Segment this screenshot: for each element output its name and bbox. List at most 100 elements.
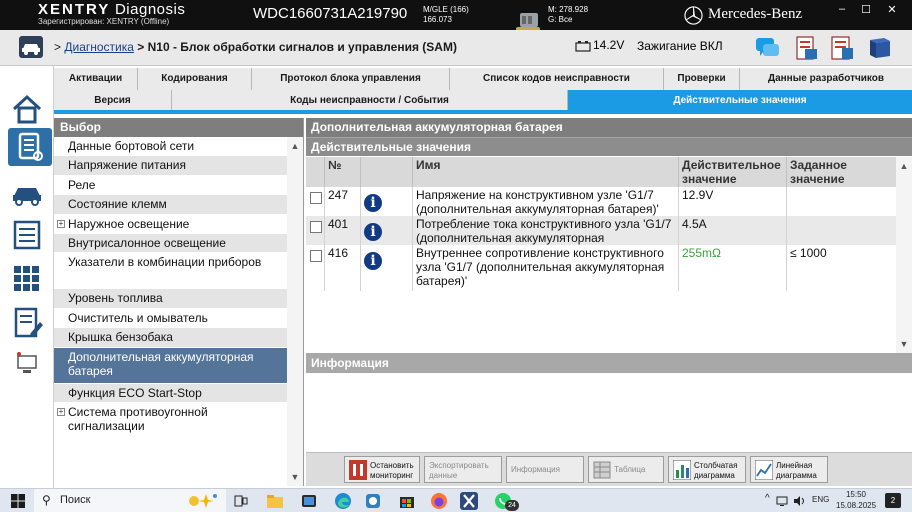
export-data-button[interactable]: Экспортировать данные [424, 456, 502, 483]
tab-version[interactable]: Версия [54, 90, 172, 110]
table-button[interactable]: Таблица [588, 456, 664, 483]
selection-item[interactable]: Дополнительная аккумуляторная батарея [54, 347, 287, 384]
stop-monitoring-label: Остановить мониторинг [370, 461, 414, 480]
network-icon[interactable] [776, 495, 788, 507]
xentry-app-icon[interactable] [460, 492, 478, 510]
selection-item[interactable]: Уровень топлива [54, 289, 287, 309]
tab-activations[interactable]: Активации [54, 68, 138, 90]
selection-item[interactable]: Состояние клемм [54, 195, 287, 215]
edge-browser-icon[interactable] [334, 492, 352, 510]
chat-icon[interactable] [754, 34, 782, 62]
maximize-button[interactable]: ☐ [856, 3, 876, 16]
tab-codings[interactable]: Кодирования [138, 68, 252, 90]
header-actual-value[interactable]: Действительное значение [678, 157, 786, 187]
info-icon[interactable]: i [364, 252, 382, 270]
scroll-down-icon[interactable]: ▼ [287, 470, 303, 484]
information-header: Информация [306, 353, 912, 373]
selection-item[interactable]: Указатели в комбинации приборов [54, 253, 287, 290]
info-icon[interactable]: i [364, 223, 382, 241]
tab-actual-values[interactable]: Действительные значения [568, 90, 912, 110]
taskbar-app-icon[interactable] [300, 492, 318, 510]
selection-item[interactable]: + Наружное освещение [54, 215, 287, 234]
breadcrumb-diagnostics-link[interactable]: Диагностика [64, 40, 134, 54]
selection-item-label: Функция ECO Start-Stop [68, 385, 202, 400]
scroll-up-icon[interactable]: ▲ [896, 159, 912, 173]
bar-chart-button[interactable]: Столбчатая диаграмма [668, 456, 746, 483]
tray-overflow-icon[interactable]: ^ [765, 493, 770, 504]
vehicle-icon[interactable] [19, 36, 43, 58]
close-button[interactable]: ✕ [882, 3, 902, 16]
stop-monitoring-button[interactable]: Остановить мониторинг [344, 456, 420, 483]
selection-item-label: Крышка бензобака [68, 330, 173, 345]
selection-scrollbar[interactable]: ▲ ▼ [287, 137, 303, 486]
mercedes-brand-text: Mercedes-Benz [708, 6, 803, 22]
mileage-line-1: M: 278.928 [548, 5, 589, 14]
table-row[interactable]: 247 i Напряжение на конструктивном узле 'G… [306, 187, 896, 216]
header-target-value[interactable]: Заданное значение [786, 157, 896, 187]
info-icon[interactable]: i [364, 194, 382, 212]
selection-item[interactable]: Реле [54, 176, 287, 196]
remote-diagnosis-icon[interactable] [8, 346, 46, 384]
selection-item-label: Реле [68, 177, 96, 192]
row-checkbox[interactable] [310, 250, 322, 262]
store-icon[interactable] [398, 492, 416, 510]
tab-fault-codes-events[interactable]: Коды неисправности / События [172, 90, 568, 110]
selection-item[interactable]: Крышка бензобака [54, 328, 287, 348]
minimize-button[interactable]: – [832, 3, 852, 15]
windows-start-icon[interactable] [11, 494, 25, 508]
row-checkbox[interactable] [310, 221, 322, 233]
mercedes-star-icon [684, 6, 703, 25]
vehicle-nav-icon[interactable] [8, 174, 46, 212]
language-indicator[interactable]: ENG [812, 495, 829, 504]
row-checkbox[interactable] [310, 192, 322, 204]
expand-plus-icon[interactable]: + [57, 407, 65, 416]
expand-plus-icon[interactable]: + [57, 219, 65, 228]
notification-center-icon[interactable]: 2 [885, 493, 901, 508]
diagnosis-icon[interactable] [8, 128, 52, 166]
tab-tests[interactable]: Проверки [664, 68, 740, 90]
selection-item[interactable]: Функция ECO Start-Stop [54, 383, 287, 403]
breadcrumb-separator: > [54, 40, 62, 54]
taskbar-search[interactable]: ⚲ Поиск [34, 489, 226, 512]
sub-tabs: Версия Коды неисправности / События Дейс… [54, 90, 912, 114]
selection-item[interactable]: Напряжение питания [54, 156, 287, 176]
selection-item[interactable]: Очиститель и омыватель [54, 309, 287, 329]
values-scrollbar[interactable]: ▲ ▼ [896, 157, 912, 353]
file-explorer-icon[interactable] [266, 492, 284, 510]
manual-book-icon[interactable] [866, 34, 894, 62]
table-row[interactable]: 416 i Внутреннее сопротивление конструктив… [306, 245, 896, 291]
document-icon[interactable] [792, 34, 820, 62]
breadcrumb: > Диагностика > N10 - Блок обработки сиг… [54, 40, 457, 54]
taskbar-app-icon[interactable] [364, 492, 382, 510]
header-name[interactable]: Имя [412, 157, 678, 187]
notes-icon[interactable] [8, 304, 46, 342]
home-icon[interactable] [8, 90, 46, 128]
scroll-down-icon[interactable]: ▼ [896, 337, 912, 351]
selection-item-label: Очиститель и омыватель [68, 310, 208, 325]
row-number: 416 [324, 245, 360, 291]
left-navigation [0, 66, 54, 488]
report-icon[interactable] [828, 34, 856, 62]
tab-fault-code-list[interactable]: Список кодов неисправности [450, 68, 664, 90]
volume-icon[interactable] [793, 495, 805, 507]
tab-control-unit-log[interactable]: Протокол блока управления [252, 68, 450, 90]
registration-status: Зарегистрирован: XENTRY (Offline) [38, 17, 170, 26]
list-icon[interactable] [8, 216, 46, 254]
task-view-icon[interactable] [232, 492, 250, 510]
row-target-value [786, 187, 896, 216]
line-chart-button[interactable]: Линейная диаграмма [750, 456, 828, 483]
selection-item[interactable]: Внутрисалонное освещение [54, 233, 287, 254]
tab-developer-data[interactable]: Данные разработчиков [740, 68, 912, 90]
header-number[interactable]: № [324, 157, 360, 187]
header-select [306, 157, 324, 187]
firefox-icon[interactable] [430, 492, 448, 510]
model-line-2: 166.073 [423, 15, 452, 24]
modules-grid-icon[interactable] [8, 260, 46, 298]
selection-item[interactable]: Данные бортовой сети [54, 137, 287, 157]
values-panel-subtitle: Действительные значения [306, 137, 912, 156]
scroll-up-icon[interactable]: ▲ [287, 139, 303, 153]
selection-item[interactable]: + Система противоугонной сигнализации [54, 403, 287, 439]
table-row[interactable]: 401 i Потребление тока конструктивного узл… [306, 216, 896, 245]
information-button[interactable]: Информация [506, 456, 584, 483]
clock[interactable]: 15:50 15.08.2025 [836, 489, 876, 511]
